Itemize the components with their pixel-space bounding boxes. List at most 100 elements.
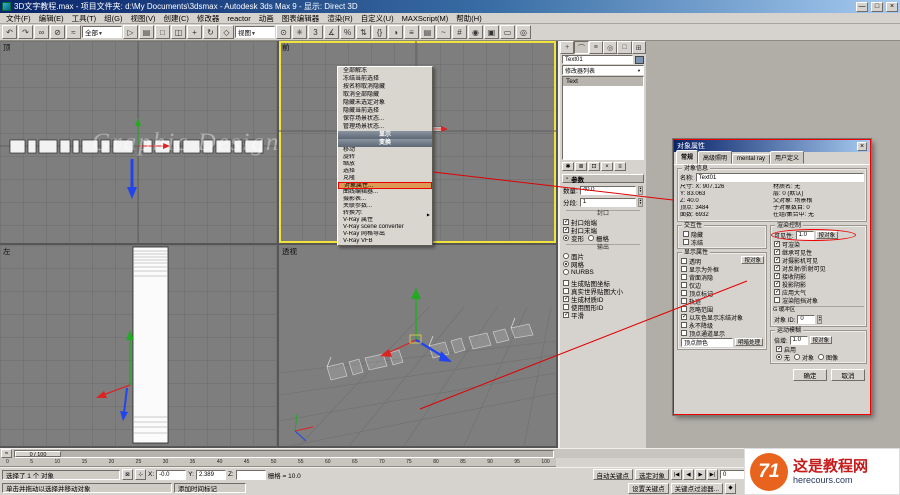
quad-menu-item[interactable]: 全部解冻	[338, 67, 432, 75]
viewport-perspective-label[interactable]: 透视	[282, 246, 297, 257]
multiplier-spinner[interactable]: 1.0	[789, 335, 808, 345]
quad-menu-item[interactable]: 关联参数...	[338, 203, 432, 210]
quad-menu-item[interactable]: 冻结当前选择	[338, 75, 432, 83]
menu-item[interactable]: 帮助(H)	[452, 13, 485, 24]
quad-menu-item[interactable]: 隐藏当前选择	[338, 107, 432, 115]
spinner-snap-icon[interactable]: ⇅	[356, 25, 371, 39]
viewport-top[interactable]: 顶	[0, 41, 277, 243]
current-frame-input[interactable]: 0	[720, 470, 746, 479]
display-by-object-button[interactable]: 按对象	[741, 256, 764, 264]
menu-item[interactable]: 图表编辑器	[278, 13, 324, 24]
y-coord-input[interactable]: 2.389	[195, 469, 226, 480]
interactivity-checkbox[interactable]: 冻结	[680, 238, 764, 247]
time-slider-track[interactable]: 0 / 100	[14, 449, 554, 458]
menu-item[interactable]: 编辑(E)	[35, 13, 68, 24]
modifier-list-dropdown[interactable]: 修改器列表 ▼	[562, 65, 644, 75]
vertex-channel-dropdown[interactable]: 顶点颜色	[681, 337, 733, 347]
use-pivot-icon[interactable]: ⊙	[276, 25, 291, 39]
menu-item[interactable]: 自定义(U)	[357, 13, 398, 24]
close-button[interactable]: ×	[886, 1, 898, 12]
quad-menu-item[interactable]: 选择	[338, 168, 432, 175]
select-manipulate-icon[interactable]: ✳	[292, 25, 307, 39]
render-setup-icon[interactable]: ▣	[484, 25, 499, 39]
motion-blur-radio[interactable]: 图像	[818, 353, 838, 362]
quad-menu-item[interactable]: 对象属性...	[338, 182, 432, 189]
align-icon[interactable]: ≡	[404, 25, 419, 39]
output-radio[interactable]: NURBS	[560, 268, 646, 276]
dialog-tab[interactable]: mental ray	[732, 154, 771, 164]
select-move-icon[interactable]: +	[187, 25, 202, 39]
quad-menu-item[interactable]: 隐藏未选定对象	[338, 99, 432, 107]
named-selection-icon[interactable]: {}	[372, 25, 387, 39]
show-end-result-icon[interactable]: ≣	[575, 162, 587, 171]
schematic-view-icon[interactable]: #	[452, 25, 467, 39]
minimize-button[interactable]: —	[856, 1, 868, 12]
menu-item[interactable]: 工具(T)	[68, 13, 101, 24]
time-tag-field[interactable]: 添加时间标记	[174, 483, 246, 493]
menu-item[interactable]: 组(G)	[100, 13, 126, 24]
pin-stack-icon[interactable]: ✱	[562, 162, 574, 171]
dialog-tab[interactable]: 用户定义	[770, 151, 805, 164]
create-tab-icon[interactable]: +	[560, 41, 575, 54]
select-by-name-icon[interactable]: ▤	[139, 25, 154, 39]
viewport-perspective[interactable]: 透视	[279, 245, 556, 446]
menu-item[interactable]: 创建(C)	[160, 13, 193, 24]
curve-editor-icon[interactable]: ~	[436, 25, 451, 39]
undo-icon[interactable]: ↶	[2, 25, 17, 39]
quad-menu-item[interactable]: V-Ray 属性	[338, 217, 432, 224]
x-coord-input[interactable]: -0.0	[156, 469, 187, 480]
cap-type-radio[interactable]: 变形	[563, 233, 584, 243]
menu-item[interactable]: reactor	[223, 14, 254, 23]
render-checkbox[interactable]: 渲染阻挡对象	[773, 296, 864, 305]
viewport-front-label[interactable]: 前	[282, 42, 290, 53]
motion-tab-icon[interactable]: ◎	[602, 41, 618, 54]
output-radio[interactable]: 网格	[560, 260, 646, 269]
quad-menu-item[interactable]: 保存场景状态...	[338, 115, 432, 123]
absolute-offset-toggle[interactable]: ⊹	[135, 469, 146, 480]
object-color-swatch[interactable]	[635, 55, 644, 64]
key-mode-toggle[interactable]: ◆	[725, 482, 736, 494]
next-frame-icon[interactable]: ▶|	[707, 469, 718, 480]
spinner-arrows-icon[interactable]	[817, 314, 823, 324]
percent-snap-icon[interactable]: %	[340, 25, 355, 39]
modifier-stack-item[interactable]: Text	[563, 77, 643, 86]
quick-render-icon[interactable]: ◎	[516, 25, 531, 39]
menu-item[interactable]: 视图(V)	[127, 13, 160, 24]
select-scale-icon[interactable]: ◇	[219, 25, 234, 39]
set-key-button[interactable]: 设置关键点	[628, 482, 669, 494]
viewport-left-label[interactable]: 左	[3, 246, 11, 257]
quad-menu-header-transform[interactable]: 变换	[338, 139, 432, 147]
snap-toggle-icon[interactable]: 3	[308, 25, 323, 39]
play-icon[interactable]: ▶	[695, 469, 706, 480]
bind-spacewarp-icon[interactable]: ≈	[66, 25, 81, 39]
menu-item[interactable]: 修改器	[193, 13, 224, 24]
mini-curve-editor-button[interactable]: ≈	[1, 449, 12, 458]
motion-blur-radio[interactable]: 无	[776, 353, 790, 362]
modifier-stack[interactable]: Text	[562, 76, 644, 160]
quad-menu-item[interactable]: V-Ray VFB	[338, 238, 432, 245]
visibility-by-object-button[interactable]: 按对象	[815, 231, 839, 239]
timeline-ruler[interactable]: 0 5 10 15 20 25 30 35 40 45 50 55 60 65 70 75 80 85 90 95 10…	[0, 458, 556, 467]
remove-modifier-icon[interactable]: ×	[601, 162, 613, 171]
z-coord-input[interactable]	[235, 469, 266, 480]
segments-spinner[interactable]: 1	[579, 197, 636, 207]
display-tab-icon[interactable]: □	[617, 41, 632, 54]
object-id-spinner[interactable]: 0	[797, 314, 816, 324]
maximize-button[interactable]: □	[871, 1, 883, 12]
dialog-tab[interactable]: 常规	[676, 150, 699, 164]
angle-snap-icon[interactable]: ∡	[324, 25, 339, 39]
material-editor-icon[interactable]: ◉	[468, 25, 483, 39]
generate-option-checkbox[interactable]: 平滑	[560, 311, 646, 320]
selection-lock-button[interactable]: ⊠	[122, 469, 133, 480]
key-filters-button[interactable]: 关键点过滤器...	[670, 482, 723, 494]
quad-menu-item[interactable]: 摄影表...	[338, 196, 432, 203]
window-crossing-icon[interactable]: ◫	[171, 25, 186, 39]
quad-menu-item[interactable]: 克隆	[338, 175, 432, 182]
dialog-close-button[interactable]: ×	[857, 141, 867, 151]
quad-menu-item[interactable]: 缩放	[338, 161, 432, 168]
select-object-icon[interactable]: ▷	[123, 25, 138, 39]
dialog-tab[interactable]: 高级照明	[698, 151, 733, 164]
viewport-left[interactable]: 左	[0, 245, 277, 446]
amount-spinner[interactable]: 40.0	[579, 185, 636, 195]
quad-menu-item[interactable]: V-Ray 网格导出	[338, 231, 432, 238]
